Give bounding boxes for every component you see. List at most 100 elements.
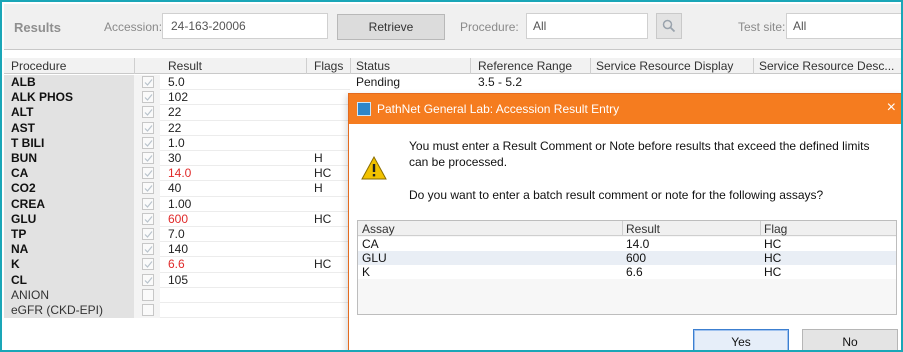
toolbar: Results Accession: 24-163-20006 Retrieve…	[4, 4, 901, 50]
yes-button[interactable]: Yes	[693, 329, 789, 350]
procedure-name: TP	[11, 227, 27, 241]
row-checkbox[interactable]	[142, 136, 154, 149]
procedure-search-button[interactable]	[656, 13, 682, 39]
column-header-service-resource-desc[interactable]: Service Resource Desc...	[759, 59, 894, 73]
close-icon[interactable]: ×	[887, 99, 896, 117]
procedure-cell: T BILI	[4, 135, 134, 151]
procedure-cell: K	[4, 257, 134, 273]
checkbox-cell	[134, 75, 160, 91]
procedure-label: Procedure:	[460, 20, 519, 34]
column-header-service-resource-display[interactable]: Service Resource Display	[596, 59, 733, 73]
row-checkbox[interactable]	[142, 106, 154, 119]
assay-flag: HC	[764, 237, 782, 251]
results-label: Results	[14, 20, 61, 35]
procedure-cell: ALB	[4, 75, 134, 91]
no-button[interactable]: No	[802, 329, 898, 350]
assay-flag: HC	[764, 251, 782, 265]
procedure-name: CL	[11, 272, 27, 287]
test-site-label: Test site:	[738, 20, 786, 34]
result-value[interactable]: 600	[168, 212, 188, 227]
warning-icon	[361, 156, 387, 180]
result-value[interactable]: 30	[168, 151, 181, 166]
row-checkbox[interactable]	[142, 273, 154, 286]
dialog-title-bar[interactable]: PathNet General Lab: Accession Result En…	[349, 94, 901, 124]
check-icon	[144, 170, 153, 178]
reference-range-value: 3.5 - 5.2	[478, 75, 523, 89]
procedure-cell: CL	[4, 272, 134, 288]
column-header-status[interactable]: Status	[356, 59, 390, 73]
row-checkbox[interactable]	[142, 167, 154, 180]
row-checkbox[interactable]	[142, 182, 154, 195]
procedure-name: GLU	[11, 211, 37, 226]
checkbox-cell	[134, 196, 160, 212]
check-icon	[144, 185, 153, 193]
check-icon	[144, 94, 153, 102]
table-row[interactable]: ALB 5.0 Pending 3.5 - 5.2	[4, 75, 901, 91]
result-value[interactable]: 1.0	[168, 136, 185, 151]
grid-header: Procedure Result Flags Status Reference …	[4, 58, 901, 74]
column-header-flags[interactable]: Flags	[314, 59, 343, 73]
assay-result: 14.0	[626, 237, 650, 251]
row-checkbox[interactable]	[142, 228, 154, 240]
row-checkbox[interactable]	[142, 91, 154, 104]
accession-input[interactable]: 24-163-20006	[162, 13, 328, 39]
procedure-cell: CO2	[4, 181, 134, 197]
check-icon	[144, 109, 153, 117]
procedure-name: ALB	[11, 75, 36, 89]
row-checkbox[interactable]	[142, 258, 154, 271]
flag-value: HC	[314, 257, 332, 272]
assay-row[interactable]: CA 14.0 HC	[358, 237, 896, 251]
column-separator	[760, 221, 761, 236]
column-header-result[interactable]: Result	[168, 59, 202, 73]
accession-result-entry-dialog: PathNet General Lab: Accession Result En…	[348, 93, 901, 350]
result-value[interactable]: 102	[168, 90, 188, 105]
row-checkbox[interactable]	[142, 152, 154, 164]
row-checkbox[interactable]	[142, 243, 154, 256]
assay-table-header: Assay Result Flag	[358, 221, 896, 236]
retrieve-button[interactable]: Retrieve	[337, 14, 445, 40]
checkbox-cell	[134, 181, 160, 197]
assay-row[interactable]: K 6.6 HC	[358, 265, 896, 279]
row-checkbox[interactable]	[142, 212, 154, 225]
column-separator	[753, 58, 754, 74]
column-header-reference-range[interactable]: Reference Range	[478, 59, 572, 73]
procedure-name: CO2	[11, 181, 36, 196]
column-separator	[306, 58, 307, 74]
procedure-cell: ANION	[4, 287, 134, 303]
checkbox-cell	[134, 151, 160, 167]
procedure-name: AST	[11, 120, 35, 135]
result-value[interactable]: 14.0	[168, 166, 191, 181]
result-value[interactable]: 105	[168, 273, 188, 288]
result-value[interactable]: 5.0	[168, 75, 185, 90]
column-separator	[470, 58, 471, 74]
result-value[interactable]: 40	[168, 181, 181, 196]
result-value[interactable]: 6.6	[168, 257, 185, 272]
row-checkbox[interactable]	[142, 288, 154, 301]
assay-name: GLU	[362, 251, 387, 265]
result-value[interactable]: 7.0	[168, 227, 185, 242]
row-checkbox[interactable]	[142, 197, 154, 210]
procedure-name: CA	[11, 166, 29, 181]
assay-row[interactable]: GLU 600 HC	[358, 251, 896, 265]
column-separator	[134, 58, 135, 74]
result-value[interactable]: 22	[168, 121, 181, 136]
flag-value: HC	[314, 166, 332, 181]
row-checkbox[interactable]	[142, 76, 154, 88]
assay-column-header[interactable]: Assay	[362, 222, 395, 236]
procedure-input[interactable]: All	[526, 13, 648, 39]
row-checkbox[interactable]	[142, 304, 154, 316]
dialog-message: You must enter a Result Comment or Note …	[409, 139, 870, 169]
result-value[interactable]: 22	[168, 105, 181, 120]
column-header-procedure[interactable]: Procedure	[11, 59, 66, 73]
flag-column-header[interactable]: Flag	[764, 222, 787, 236]
app-icon	[357, 102, 371, 116]
check-icon	[144, 200, 153, 208]
result-value[interactable]: 140	[168, 242, 188, 257]
test-site-input[interactable]: All	[786, 13, 901, 39]
row-checkbox[interactable]	[142, 121, 154, 134]
result-value[interactable]: 1.00	[168, 197, 191, 212]
check-icon	[144, 231, 153, 238]
result-column-header[interactable]: Result	[626, 222, 660, 236]
flag-value: H	[314, 181, 323, 196]
check-icon	[144, 139, 153, 147]
